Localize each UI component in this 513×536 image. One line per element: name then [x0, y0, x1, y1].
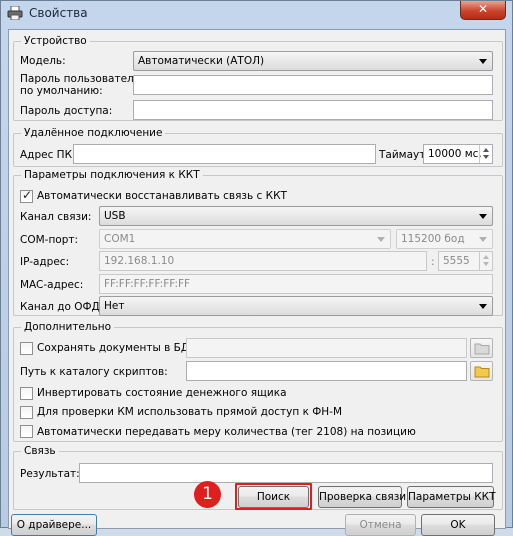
com-port-select[interactable]: COM1 [99, 229, 391, 249]
invert-drawer-label: Инвертировать состояние денежного ящика [37, 387, 287, 399]
port-stepper[interactable]: 5555 [438, 251, 493, 271]
quantity-measure-checkbox[interactable] [20, 425, 33, 438]
pc-address-field[interactable] [73, 144, 376, 164]
timeout-label: Таймаут [379, 149, 426, 161]
chevron-down-icon [479, 214, 487, 219]
auto-restore-label: Автоматически восстанавливать связь с КК… [37, 190, 287, 202]
window-title: Свойства [29, 6, 88, 20]
close-button[interactable]: ✕ [460, 1, 506, 20]
result-field[interactable] [79, 463, 493, 483]
direct-access-label: Для проверки КМ использовать прямой дост… [37, 406, 343, 418]
com-port-value: COM1 [104, 233, 136, 245]
chevron-down-icon [479, 237, 487, 242]
channel-label: Канал связи: [20, 211, 92, 223]
connection-group-title: Параметры подключения к ККТ [21, 168, 203, 182]
annotation-badge: 1 [194, 481, 221, 508]
checkmark-icon: ✓ [22, 188, 33, 202]
channel-select[interactable]: USB [99, 206, 493, 226]
quantity-measure-label: Автоматически передавать меру количества… [37, 426, 416, 438]
save-docs-path-field[interactable] [186, 338, 467, 358]
mac-address-label: MAC-адрес: [20, 279, 84, 291]
close-icon: ✕ [477, 2, 489, 16]
chevron-down-icon [479, 59, 487, 64]
scripts-path-field[interactable] [186, 361, 467, 381]
spin-arrows-icon[interactable] [479, 145, 492, 163]
remote-group-title: Удалённое подключение [21, 126, 166, 140]
kkt-params-button[interactable]: Параметры ККТ [407, 486, 496, 508]
about-driver-button[interactable]: О драйвере... [11, 514, 97, 536]
auto-restore-checkbox[interactable]: ✓ [20, 188, 33, 203]
channel-value: USB [104, 210, 126, 222]
model-select[interactable]: Автоматически (АТОЛ) [133, 51, 493, 71]
spin-arrows-icon[interactable] [479, 252, 492, 270]
folder-icon [474, 343, 490, 355]
model-value: Автоматически (АТОЛ) [138, 55, 265, 67]
chevron-down-icon [479, 304, 487, 309]
dialog-body: Устройство Модель: Автоматически (АТОЛ) … [8, 29, 506, 536]
title-bar: Свойства ✕ [1, 1, 512, 27]
pc-address-label: Адрес ПК: [20, 149, 76, 161]
save-docs-browse-button[interactable] [470, 338, 493, 358]
search-button[interactable]: Поиск [238, 486, 309, 508]
check-connection-button[interactable]: Проверка связи [318, 486, 406, 508]
save-docs-label: Сохранять документы в БД [37, 342, 190, 354]
port-separator: : [431, 256, 435, 268]
com-port-label: COM-порт: [20, 234, 79, 246]
folder-icon [474, 366, 490, 378]
baud-rate-select[interactable]: 115200 бод [396, 229, 493, 249]
user-password-field[interactable] [133, 75, 493, 95]
ofd-channel-select[interactable]: Нет [99, 296, 493, 316]
ip-address-field[interactable]: 192.168.1.10 [99, 251, 427, 271]
ofd-channel-label: Канал до ОФД: [20, 301, 104, 313]
ok-button[interactable]: OK [421, 514, 495, 536]
chevron-down-icon [377, 237, 385, 242]
port-value: 5555 [443, 255, 470, 267]
invert-drawer-checkbox[interactable] [20, 387, 33, 400]
save-docs-checkbox[interactable] [20, 342, 33, 355]
ofd-channel-value: Нет [104, 300, 125, 312]
timeout-value: 10000 мс. [428, 148, 482, 160]
baud-rate-value: 115200 бод [401, 233, 465, 245]
extra-group-title: Дополнительно [21, 320, 115, 334]
access-password-field[interactable] [133, 100, 493, 120]
ip-address-label: IP-адрес: [20, 256, 70, 268]
device-group-title: Устройство [21, 34, 90, 48]
scripts-browse-button[interactable] [470, 361, 493, 381]
mac-address-field[interactable]: FF:FF:FF:FF:FF:FF [99, 274, 493, 294]
printer-icon [7, 6, 23, 20]
result-label: Результат: [20, 468, 80, 480]
scripts-path-label: Путь к каталогу скриптов: [20, 366, 168, 378]
access-password-label: Пароль доступа: [20, 105, 113, 117]
user-password-label: Пароль пользователя по умолчанию: [20, 73, 141, 97]
cancel-button[interactable]: Отмена [345, 514, 416, 536]
timeout-stepper[interactable]: 10000 мс. [423, 144, 493, 164]
properties-window: Свойства ✕ Устройство Модель: Автоматиче… [0, 0, 513, 536]
model-label: Модель: [20, 55, 66, 67]
direct-access-checkbox[interactable] [20, 406, 33, 419]
link-group-title: Связь [21, 444, 59, 458]
